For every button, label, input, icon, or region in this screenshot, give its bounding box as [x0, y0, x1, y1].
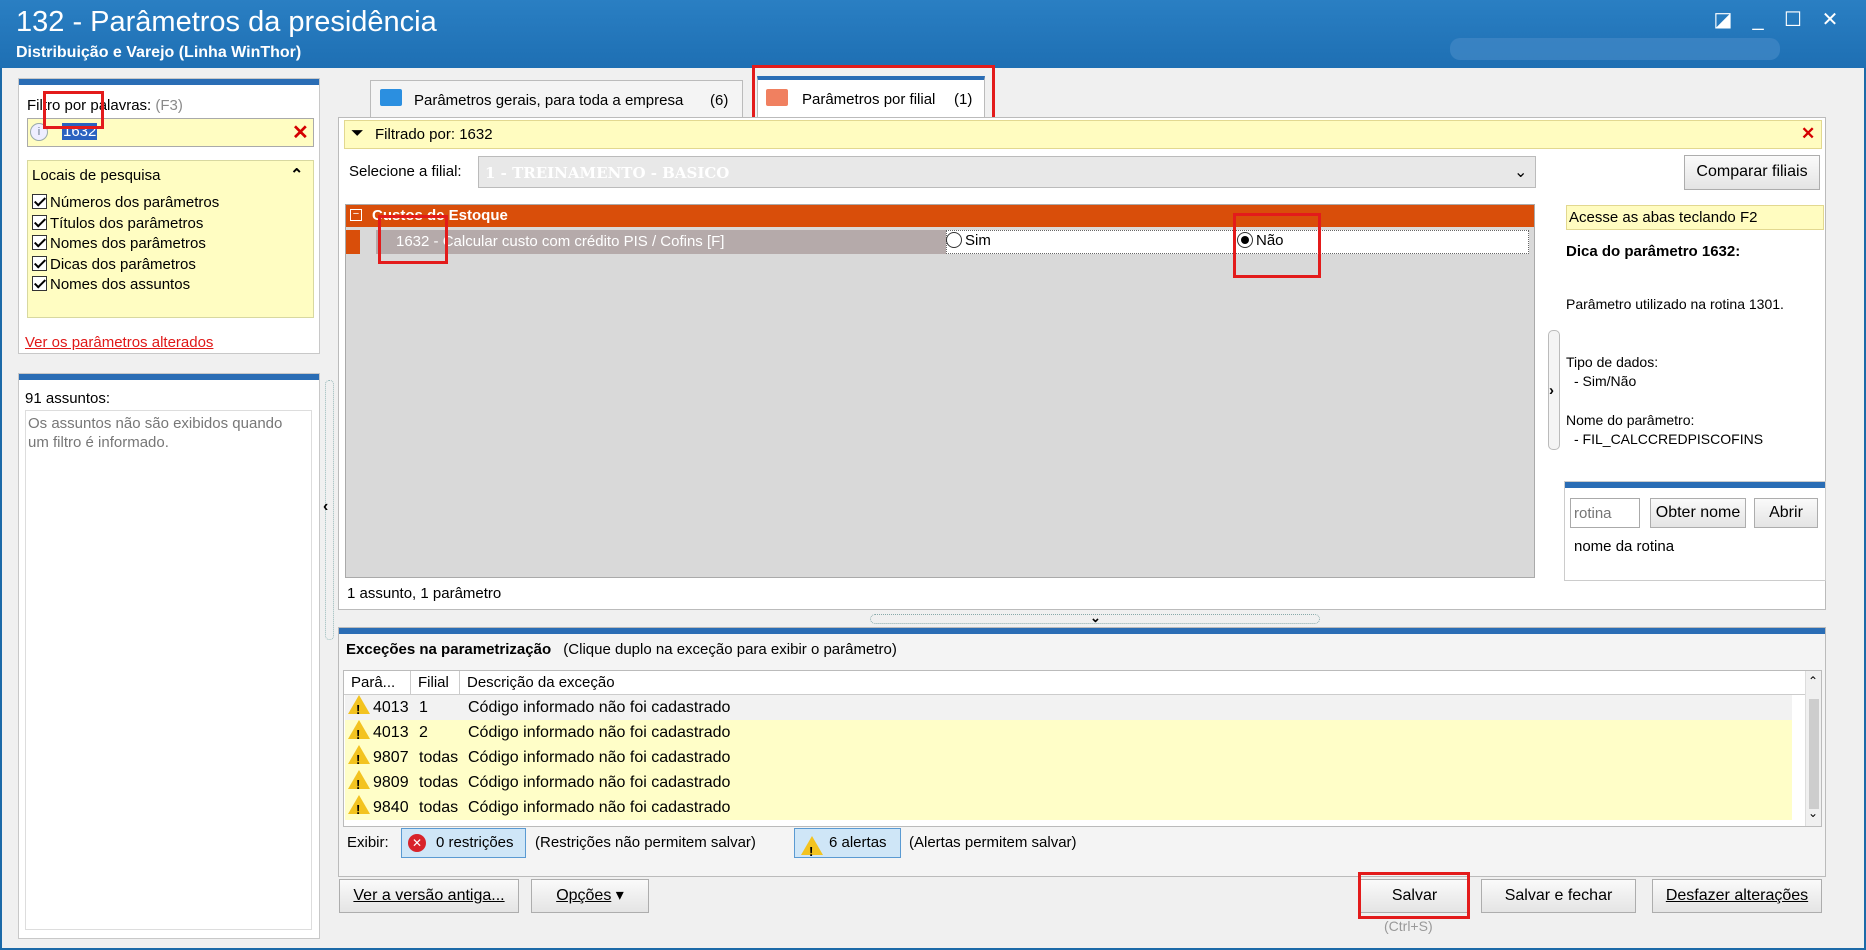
highlight-nao — [1233, 213, 1321, 278]
table-row[interactable]: 9807 todas Código informado não foi cada… — [345, 745, 1792, 772]
funnel-icon: ⏷ — [351, 125, 364, 142]
highlight-search — [43, 91, 104, 129]
radio-sim[interactable]: Sim — [946, 232, 991, 249]
abrir-button[interactable]: Abrir — [1754, 498, 1818, 528]
restore-icon[interactable]: ◪ — [1705, 8, 1741, 32]
table-row[interactable]: 4013 2 Código informado não foi cadastra… — [345, 720, 1792, 747]
warning-icon — [348, 720, 370, 747]
clear-filter-icon[interactable]: ✕ — [1801, 124, 1815, 144]
undo-button[interactable]: Desfazer alterações — [1652, 879, 1822, 913]
scroll-up-icon[interactable]: ⌃ — [1808, 674, 1818, 688]
save-shortcut: (Ctrl+S) — [1384, 918, 1433, 934]
minimize-icon[interactable]: _ — [1740, 8, 1776, 32]
checkbox-icon — [32, 235, 47, 250]
rotina-panel: Obter nome Abrir nome da rotina — [1564, 481, 1826, 581]
scroll-thumb[interactable] — [1809, 699, 1819, 809]
warning-icon — [348, 695, 370, 722]
collapse-group-icon[interactable]: − — [350, 209, 362, 221]
subjects-list: Os assuntos não são exibidos quando um f… — [25, 410, 312, 930]
subjects-panel: 91 assuntos: Os assuntos não são exibido… — [18, 373, 320, 939]
hint-name-value: - FIL_CALCCREDPISCOFINS — [1574, 431, 1764, 447]
expand-right-icon[interactable]: › — [1549, 382, 1554, 399]
param-grid: − Custos de Estoque 1632 - Calcular cust… — [345, 204, 1535, 578]
warning-icon — [801, 836, 823, 866]
table-header: Parâ... Filial Descrição da exceção — [344, 671, 1821, 695]
col-filial[interactable]: Filial — [418, 671, 449, 695]
window-subtitle: Distribuição e Varejo (Linha WinThor) — [16, 44, 302, 61]
locais-title: Locais de pesquisa — [32, 167, 161, 184]
hint-type-label: Tipo de dados: — [1566, 354, 1659, 370]
compare-filiais-button[interactable]: Comparar filiais — [1684, 155, 1820, 190]
hint-title: Dica do parâmetro 1632: — [1566, 243, 1741, 260]
checkbox-icon — [32, 255, 47, 271]
locais-panel: Locais de pesquisa ⌃ Números dos parâmet… — [27, 160, 314, 318]
checkbox-icon — [32, 276, 47, 291]
table-row[interactable]: 4013 1 Código informado não foi cadastra… — [345, 695, 1792, 722]
alerts-note: (Alertas permitem salvar) — [909, 834, 1077, 851]
col-param[interactable]: Parâ... — [351, 671, 395, 695]
folder-blue-icon — [380, 89, 402, 106]
checkbox-list: Números dos parâmetros Títulos dos parâm… — [32, 193, 219, 296]
blurred-area — [1450, 38, 1780, 60]
subjects-count: 91 assuntos: — [25, 390, 111, 407]
checkbox-titulos[interactable]: Títulos dos parâmetros — [32, 214, 219, 235]
table-row[interactable]: 9809 todas Código informado não foi cada… — [345, 770, 1792, 797]
table-row[interactable]: 9840 todas Código informado não foi cada… — [345, 795, 1792, 822]
checkbox-icon — [32, 214, 47, 230]
vertical-scrollbar[interactable]: ⌃ ⌄ — [1805, 671, 1821, 826]
subjects-message: Os assuntos não são exibidos quando um f… — [28, 415, 283, 451]
checkbox-dicas[interactable]: Dicas dos parâmetros — [32, 255, 219, 276]
status-text: 1 assunto, 1 parâmetro — [347, 585, 502, 602]
highlight-save — [1358, 872, 1470, 919]
radio-icon — [946, 232, 962, 248]
checkbox-nomes[interactable]: Nomes dos parâmetros — [32, 234, 219, 255]
exceptions-header: Exceções na parametrização (Clique duplo… — [346, 641, 897, 658]
filial-label: Selecione a filial: — [349, 163, 462, 180]
close-icon[interactable]: ✕ — [1812, 8, 1848, 32]
checkbox-numeros[interactable]: Números dos parâmetros — [32, 193, 219, 214]
tab-tip: Acesse as abas teclando F2 — [1566, 205, 1824, 230]
show-label: Exibir: — [347, 834, 389, 851]
title-bar: 132 - Parâmetros da presidência Distribu… — [0, 0, 1866, 68]
obter-nome-button[interactable]: Obter nome — [1650, 498, 1746, 528]
save-close-button[interactable]: Salvar e fechar — [1481, 879, 1636, 913]
collapse-icon[interactable]: ⌃ — [290, 165, 303, 185]
scroll-down-icon[interactable]: ⌄ — [1808, 806, 1818, 820]
param-title-cell: 1632 - Calcular custo com crédito PIS / … — [376, 230, 974, 254]
collapse-left-icon[interactable]: ‹ — [323, 498, 328, 516]
param-row-1632[interactable]: 1632 - Calcular custo com crédito PIS / … — [346, 230, 1534, 254]
filter-bar: ⏷ Filtrado por: 1632 ✕ — [344, 120, 1822, 149]
rotina-name: nome da rotina — [1574, 538, 1675, 555]
options-button[interactable]: Opções ▾ — [531, 879, 649, 913]
group-header[interactable]: − Custos de Estoque — [346, 205, 1534, 227]
tab-parametros-gerais[interactable]: Parâmetros gerais, para toda a empresa (… — [370, 80, 743, 120]
restrictions-button[interactable]: ✕ 0 restrições — [401, 828, 526, 858]
warning-icon — [348, 770, 370, 797]
checkbox-assuntos[interactable]: Nomes dos assuntos — [32, 275, 219, 296]
error-icon: ✕ — [408, 834, 426, 852]
hint-usage: Parâmetro utilizado na rotina 1301. — [1566, 296, 1784, 312]
col-descricao[interactable]: Descrição da exceção — [467, 671, 615, 695]
collapse-down-icon[interactable]: ⌄ — [1090, 610, 1101, 626]
rotina-input[interactable] — [1570, 498, 1640, 528]
hint-name-label: Nome do parâmetro: — [1566, 412, 1695, 428]
highlight-param — [378, 215, 448, 264]
clear-search-icon[interactable]: ✕ — [292, 120, 309, 145]
chevron-down-icon: ⌄ — [1514, 164, 1528, 181]
maximize-icon[interactable]: ☐ — [1775, 8, 1811, 32]
restrictions-note: (Restrições não permitem salvar) — [535, 834, 756, 851]
alerts-button[interactable]: 6 alertas — [794, 828, 901, 866]
old-version-button[interactable]: Ver a versão antiga... — [339, 879, 519, 913]
caret-down-icon: ▾ — [615, 887, 624, 904]
hint-type-value: - Sim/Não — [1574, 373, 1637, 389]
altered-params-link[interactable]: Ver os parâmetros alterados — [25, 334, 213, 351]
checkbox-icon — [32, 194, 47, 209]
filial-select[interactable]: 1 - TREINAMENTO - BASICO ⌄ — [478, 156, 1536, 188]
warning-icon — [348, 795, 370, 822]
window-title: 132 - Parâmetros da presidência — [16, 6, 437, 38]
warning-icon — [348, 745, 370, 772]
